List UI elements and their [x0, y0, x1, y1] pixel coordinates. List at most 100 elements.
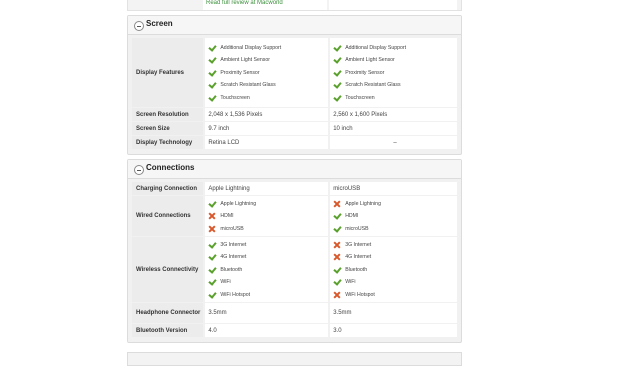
feature-item: Touchscreen — [208, 91, 328, 104]
value-left: Apple Lightning — [205, 182, 329, 195]
value-right: 3.0 — [330, 324, 457, 337]
feature-list-right: 3G Internet 4G Internet Bluetooth WiFi WiFi … — [330, 237, 457, 302]
review-row-label-cell — [128, 0, 203, 10]
feature-item: microUSB — [333, 222, 457, 235]
section-title: Screen — [146, 19, 173, 28]
collapse-icon[interactable] — [134, 165, 144, 175]
feature-label: Proximity Sensor — [220, 69, 260, 76]
check-icon — [333, 212, 341, 220]
check-icon — [208, 56, 216, 64]
check-icon — [208, 69, 216, 77]
row-label: Bluetooth Version — [132, 324, 204, 337]
resolution-row: Screen Resolution 2,048 x 1,536 Pixels 2… — [132, 108, 457, 121]
check-icon — [333, 225, 341, 233]
check-icon — [333, 69, 341, 77]
wired-row: Wired Connections Apple Lightning HDMI mic… — [132, 196, 457, 236]
row-label: Screen Size — [132, 122, 204, 135]
value-right: – — [330, 136, 457, 149]
review-cell-right — [329, 0, 457, 10]
display-features-row: Display Features Additional Display Supp… — [132, 38, 457, 107]
feature-item: Bluetooth — [333, 263, 457, 276]
cross-icon — [333, 291, 341, 299]
review-link[interactable]: Read full review at Macworld — [206, 0, 283, 6]
feature-item: WiFi — [208, 276, 328, 289]
feature-item: Scratch Resistant Glass — [208, 79, 328, 92]
value-left: 4.0 — [205, 324, 329, 337]
connections-section-header[interactable]: Connections — [128, 160, 461, 179]
row-label: Wired Connections — [132, 196, 204, 236]
feature-list-right: Apple Lightning HDMI microUSB — [330, 196, 457, 236]
feature-item: Additional Display Support — [333, 41, 457, 54]
feature-label: 3G Internet — [345, 241, 372, 248]
feature-label: Ambient Light Sensor — [345, 57, 395, 63]
feature-label: Apple Lightning — [345, 200, 381, 207]
review-cell-left: Read full review at Macworld — [203, 0, 327, 10]
feature-label: Additional Display Support — [345, 44, 407, 51]
value-right: microUSB — [330, 182, 457, 195]
check-icon — [333, 278, 341, 286]
row-label: Screen Resolution — [132, 108, 204, 121]
comparison-table: Read full review at Macworld Screen Disp… — [127, 0, 462, 343]
feature-label: Touchscreen — [220, 94, 250, 101]
feature-list-left: 3G Internet 4G Internet Bluetooth WiFi WiFi … — [205, 237, 329, 302]
feature-label: WiFi Hotspot — [220, 291, 251, 298]
feature-item: HDMI — [208, 210, 328, 223]
screen-section-header[interactable]: Screen — [128, 16, 461, 35]
charging-row: Charging Connection Apple Lightning micr… — [132, 182, 457, 195]
feature-item: 4G Internet — [208, 251, 328, 264]
feature-label: microUSB — [220, 225, 244, 232]
feature-label: 4G Internet — [220, 254, 247, 260]
feature-label: WiFi — [345, 279, 356, 285]
feature-label: HDMI — [345, 213, 359, 219]
feature-label: Bluetooth — [345, 266, 368, 273]
section-title: Connections — [146, 163, 195, 172]
feature-item: 3G Internet — [333, 238, 457, 251]
feature-label: Scratch Resistant Glass — [220, 82, 276, 88]
row-label: Display Technology — [132, 136, 204, 149]
size-row: Screen Size 9.7 inch 10 inch — [132, 122, 457, 135]
check-icon — [333, 266, 341, 274]
feature-item: Touchscreen — [333, 91, 457, 104]
feature-item: Apple Lightning — [208, 197, 328, 210]
feature-item: HDMI — [333, 210, 457, 223]
row-label: Headphone Connector — [132, 303, 204, 323]
feature-item: Proximity Sensor — [333, 66, 457, 79]
value-right: 10 inch — [330, 122, 457, 135]
check-icon — [208, 94, 216, 102]
next-section-header[interactable] — [127, 352, 462, 366]
value-left: 9.7 inch — [205, 122, 329, 135]
feature-label: HDMI — [220, 213, 234, 219]
feature-item: Proximity Sensor — [208, 66, 328, 79]
feature-item: Additional Display Support — [208, 41, 328, 54]
feature-label: Bluetooth — [220, 266, 243, 273]
value-left: Retina LCD — [205, 136, 329, 149]
headphone-row: Headphone Connector 3.5mm 3.5mm — [132, 303, 457, 323]
feature-label: Proximity Sensor — [345, 69, 385, 76]
check-icon — [208, 44, 216, 52]
feature-label: Touchscreen — [345, 94, 375, 101]
check-icon — [333, 56, 341, 64]
check-icon — [208, 278, 216, 286]
value-right: 2,560 x 1,600 Pixels — [330, 108, 457, 121]
value-right: 3.5mm — [330, 303, 457, 323]
feature-list-right: Additional Display Support Ambient Light … — [330, 38, 457, 107]
value-left: 3.5mm — [205, 303, 329, 323]
feature-item: Ambient Light Sensor — [333, 54, 457, 67]
technology-row: Display Technology Retina LCD – — [132, 136, 457, 149]
feature-item: WiFi Hotspot — [333, 288, 457, 301]
feature-label: Additional Display Support — [220, 44, 282, 51]
feature-label: WiFi Hotspot — [345, 291, 375, 298]
check-icon — [333, 44, 341, 52]
feature-list-left: Apple Lightning HDMI microUSB — [205, 196, 329, 236]
check-icon — [208, 241, 216, 249]
cross-icon — [333, 253, 341, 261]
check-icon — [208, 81, 216, 89]
check-icon — [208, 200, 216, 208]
feature-item: WiFi — [333, 276, 457, 289]
collapse-icon[interactable] — [134, 21, 144, 31]
cross-icon — [208, 225, 216, 233]
check-icon — [333, 94, 341, 102]
row-label: Display Features — [132, 38, 204, 107]
feature-item: 3G Internet — [208, 238, 328, 251]
feature-item: Scratch Resistant Glass — [333, 79, 457, 92]
